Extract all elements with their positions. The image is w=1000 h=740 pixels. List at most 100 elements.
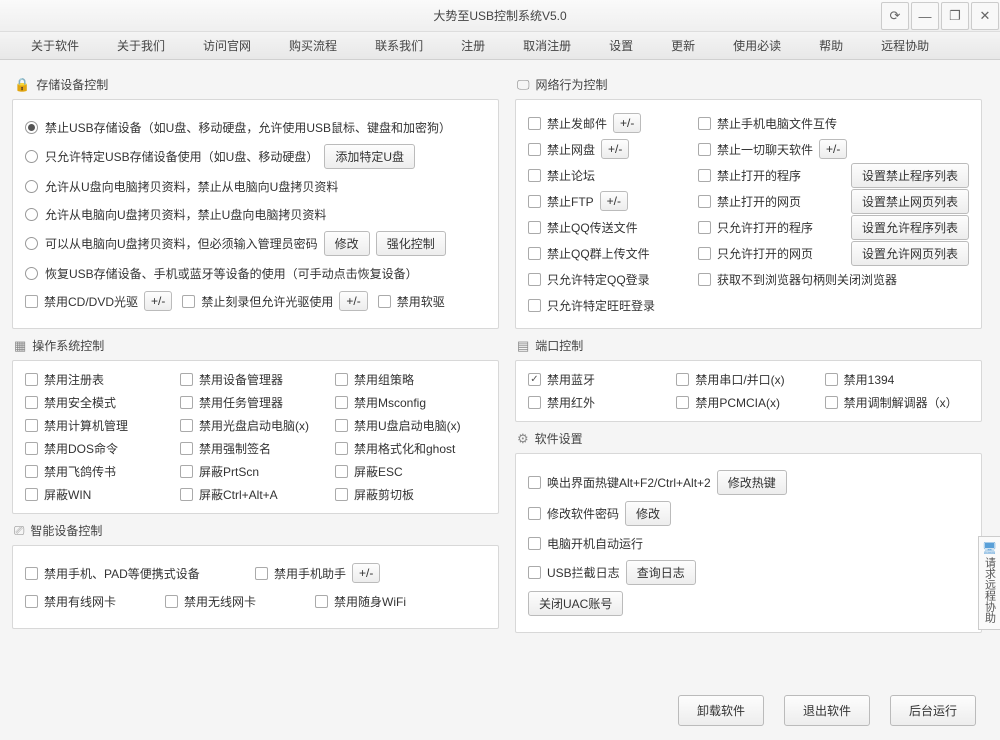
check-port-5[interactable]: 禁用调制解调器（x） bbox=[825, 394, 969, 411]
check-port-2[interactable]: 禁用1394 bbox=[825, 371, 969, 388]
query-log-button[interactable]: 查询日志 bbox=[626, 560, 696, 585]
menu-remote[interactable]: 远程协助 bbox=[862, 37, 948, 54]
menu-register[interactable]: 注册 bbox=[442, 37, 504, 54]
menu-about-us[interactable]: 关于我们 bbox=[98, 37, 184, 54]
check-os-15[interactable]: 屏蔽WIN bbox=[25, 486, 176, 503]
radio-copy-with-password[interactable]: 可以从电脑向U盘拷贝资料，但必须输入管理员密码 bbox=[25, 235, 318, 252]
check-net-left-5[interactable]: 禁止QQ群上传文件 bbox=[528, 245, 650, 262]
minimize-button[interactable]: — bbox=[911, 2, 939, 30]
check-os-17[interactable]: 屏蔽剪切板 bbox=[335, 486, 486, 503]
net-left-pm-0[interactable]: +/- bbox=[613, 113, 641, 133]
enhance-control-button[interactable]: 强化控制 bbox=[376, 231, 446, 256]
check-os-13[interactable]: 屏蔽PrtScn bbox=[180, 463, 331, 480]
menu-about-software[interactable]: 关于软件 bbox=[12, 37, 98, 54]
check-net-left-4[interactable]: 禁止QQ传送文件 bbox=[528, 219, 638, 236]
net-left-pm-3[interactable]: +/- bbox=[600, 191, 628, 211]
menu-readme[interactable]: 使用必读 bbox=[714, 37, 800, 54]
modify-button[interactable]: 修改 bbox=[625, 501, 671, 526]
section-soft-title: ⚙软件设置 bbox=[517, 430, 982, 447]
check-modify-password[interactable]: 修改软件密码 bbox=[528, 505, 619, 522]
menu-purchase[interactable]: 购买流程 bbox=[270, 37, 356, 54]
check-os-12[interactable]: 禁用飞鸽传书 bbox=[25, 463, 176, 480]
maximize-button[interactable]: ❐ bbox=[941, 2, 969, 30]
radio-allow-specific-usb[interactable]: 只允许特定USB存储设备使用（如U盘、移动硬盘） bbox=[25, 148, 318, 165]
check-port-3[interactable]: 禁用红外 bbox=[528, 394, 672, 411]
check-port-0[interactable]: 禁用蓝牙 bbox=[528, 371, 672, 388]
check-net-left-2[interactable]: 禁止论坛 bbox=[528, 167, 595, 184]
menu-website[interactable]: 访问官网 bbox=[184, 37, 270, 54]
check-disable-phone-helper[interactable]: 禁用手机助手 bbox=[255, 565, 346, 582]
check-os-2[interactable]: 禁用组策略 bbox=[335, 371, 486, 388]
menu-unregister[interactable]: 取消注册 bbox=[504, 37, 590, 54]
menu-contact[interactable]: 联系我们 bbox=[356, 37, 442, 54]
check-net-right-4[interactable]: 只允许打开的程序 bbox=[698, 219, 813, 236]
refresh-button[interactable]: ⟳ bbox=[881, 2, 909, 30]
exit-button[interactable]: 退出软件 bbox=[784, 695, 870, 726]
modify-hotkey-button[interactable]: 修改热键 bbox=[717, 470, 787, 495]
radio-usb-to-pc-only[interactable]: 允许从U盘向电脑拷贝资料，禁止从电脑向U盘拷贝资料 bbox=[25, 178, 338, 195]
check-disable-floppy[interactable]: 禁用软驱 bbox=[378, 293, 445, 310]
net-list-btn-5[interactable]: 设置允许网页列表 bbox=[851, 241, 969, 266]
check-usb-log[interactable]: USB拦截日志 bbox=[528, 564, 620, 581]
check-port-1[interactable]: 禁用串口/并口(x) bbox=[676, 371, 820, 388]
uninstall-button[interactable]: 卸载软件 bbox=[678, 695, 764, 726]
net-left-pm-1[interactable]: +/- bbox=[601, 139, 629, 159]
modify-password-button[interactable]: 修改 bbox=[324, 231, 370, 256]
check-disable-wireless-nic[interactable]: 禁用无线网卡 bbox=[165, 593, 315, 610]
side-remote-help[interactable]: 🖥 请求远程协助 bbox=[978, 536, 1000, 630]
titlebar: 大势至USB控制系统V5.0 ⟳ — ❐ ✕ bbox=[0, 0, 1000, 32]
check-os-11[interactable]: 禁用格式化和ghost bbox=[335, 440, 486, 457]
panel-smart: 禁用手机、PAD等便携式设备 禁用手机助手 +/- 禁用有线网卡 禁用无线网卡 … bbox=[12, 545, 499, 629]
check-net-left-6[interactable]: 只允许特定QQ登录 bbox=[528, 271, 650, 288]
check-net-right-1[interactable]: 禁止一切聊天软件 bbox=[698, 141, 813, 158]
check-net-right-5[interactable]: 只允许打开的网页 bbox=[698, 245, 813, 262]
check-net-left-1[interactable]: 禁止网盘 bbox=[528, 141, 595, 158]
radio-block-usb-storage[interactable]: 禁止USB存储设备（如U盘、移动硬盘，允许使用USB鼠标、键盘和加密狗） bbox=[25, 119, 451, 136]
check-hotkey[interactable]: 唤出界面热键Alt+F2/Ctrl+Alt+2 bbox=[528, 474, 711, 491]
check-disable-burn[interactable]: 禁止刻录但允许光驱使用 bbox=[182, 293, 333, 310]
background-run-button[interactable]: 后台运行 bbox=[890, 695, 976, 726]
close-uac-button[interactable]: 关闭UAC账号 bbox=[528, 591, 623, 616]
check-net-right-6[interactable]: 获取不到浏览器句柄则关闭浏览器 bbox=[698, 271, 897, 288]
check-disable-wired-nic[interactable]: 禁用有线网卡 bbox=[25, 593, 165, 610]
check-autostart[interactable]: 电脑开机自动运行 bbox=[528, 535, 643, 552]
check-net-right-0[interactable]: 禁止手机电脑文件互传 bbox=[698, 115, 837, 132]
burn-pm-button[interactable]: +/- bbox=[339, 291, 367, 311]
radio-restore-usb[interactable]: 恢复USB存储设备、手机或蓝牙等设备的使用（可手动点击恢复设备） bbox=[25, 265, 418, 282]
net-list-btn-4[interactable]: 设置允许程序列表 bbox=[851, 215, 969, 240]
net-list-btn-2[interactable]: 设置禁止程序列表 bbox=[851, 163, 969, 188]
check-os-14[interactable]: 屏蔽ESC bbox=[335, 463, 486, 480]
radio-pc-to-usb-only[interactable]: 允许从电脑向U盘拷贝资料，禁止U盘向电脑拷贝资料 bbox=[25, 206, 326, 223]
check-os-9[interactable]: 禁用DOS命令 bbox=[25, 440, 176, 457]
check-os-10[interactable]: 禁用强制签名 bbox=[180, 440, 331, 457]
net-right-pm-1[interactable]: +/- bbox=[819, 139, 847, 159]
check-port-4[interactable]: 禁用PCMCIA(x) bbox=[676, 394, 820, 411]
check-net-right-3[interactable]: 禁止打开的网页 bbox=[698, 193, 801, 210]
add-specific-usb-button[interactable]: 添加特定U盘 bbox=[324, 144, 415, 169]
menu-help[interactable]: 帮助 bbox=[800, 37, 862, 54]
check-net-left-7[interactable]: 只允许特定旺旺登录 bbox=[528, 297, 655, 314]
check-disable-portable-wifi[interactable]: 禁用随身WiFi bbox=[315, 593, 406, 610]
menu-settings[interactable]: 设置 bbox=[590, 37, 652, 54]
cddvd-pm-button[interactable]: +/- bbox=[144, 291, 172, 311]
check-os-16[interactable]: 屏蔽Ctrl+Alt+A bbox=[180, 486, 331, 503]
menu-update[interactable]: 更新 bbox=[652, 37, 714, 54]
remote-icon: 🖥 bbox=[981, 541, 998, 555]
check-net-left-0[interactable]: 禁止发邮件 bbox=[528, 115, 607, 132]
check-disable-cddvd[interactable]: 禁用CD/DVD光驱 bbox=[25, 293, 138, 310]
check-net-right-2[interactable]: 禁止打开的程序 bbox=[698, 167, 801, 184]
check-os-3[interactable]: 禁用安全模式 bbox=[25, 394, 176, 411]
check-os-6[interactable]: 禁用计算机管理 bbox=[25, 417, 176, 434]
section-smart-title: ⎚智能设备控制 bbox=[14, 522, 499, 539]
check-os-7[interactable]: 禁用光盘启动电脑(x) bbox=[180, 417, 331, 434]
check-os-1[interactable]: 禁用设备管理器 bbox=[180, 371, 331, 388]
check-os-5[interactable]: 禁用Msconfig bbox=[335, 394, 486, 411]
close-button[interactable]: ✕ bbox=[971, 2, 999, 30]
phone-helper-pm-button[interactable]: +/- bbox=[352, 563, 380, 583]
check-net-left-3[interactable]: 禁止FTP bbox=[528, 193, 594, 210]
net-list-btn-3[interactable]: 设置禁止网页列表 bbox=[851, 189, 969, 214]
check-os-8[interactable]: 禁用U盘启动电脑(x) bbox=[335, 417, 486, 434]
check-os-4[interactable]: 禁用任务管理器 bbox=[180, 394, 331, 411]
check-disable-portable[interactable]: 禁用手机、PAD等便携式设备 bbox=[25, 565, 255, 582]
check-os-0[interactable]: 禁用注册表 bbox=[25, 371, 176, 388]
